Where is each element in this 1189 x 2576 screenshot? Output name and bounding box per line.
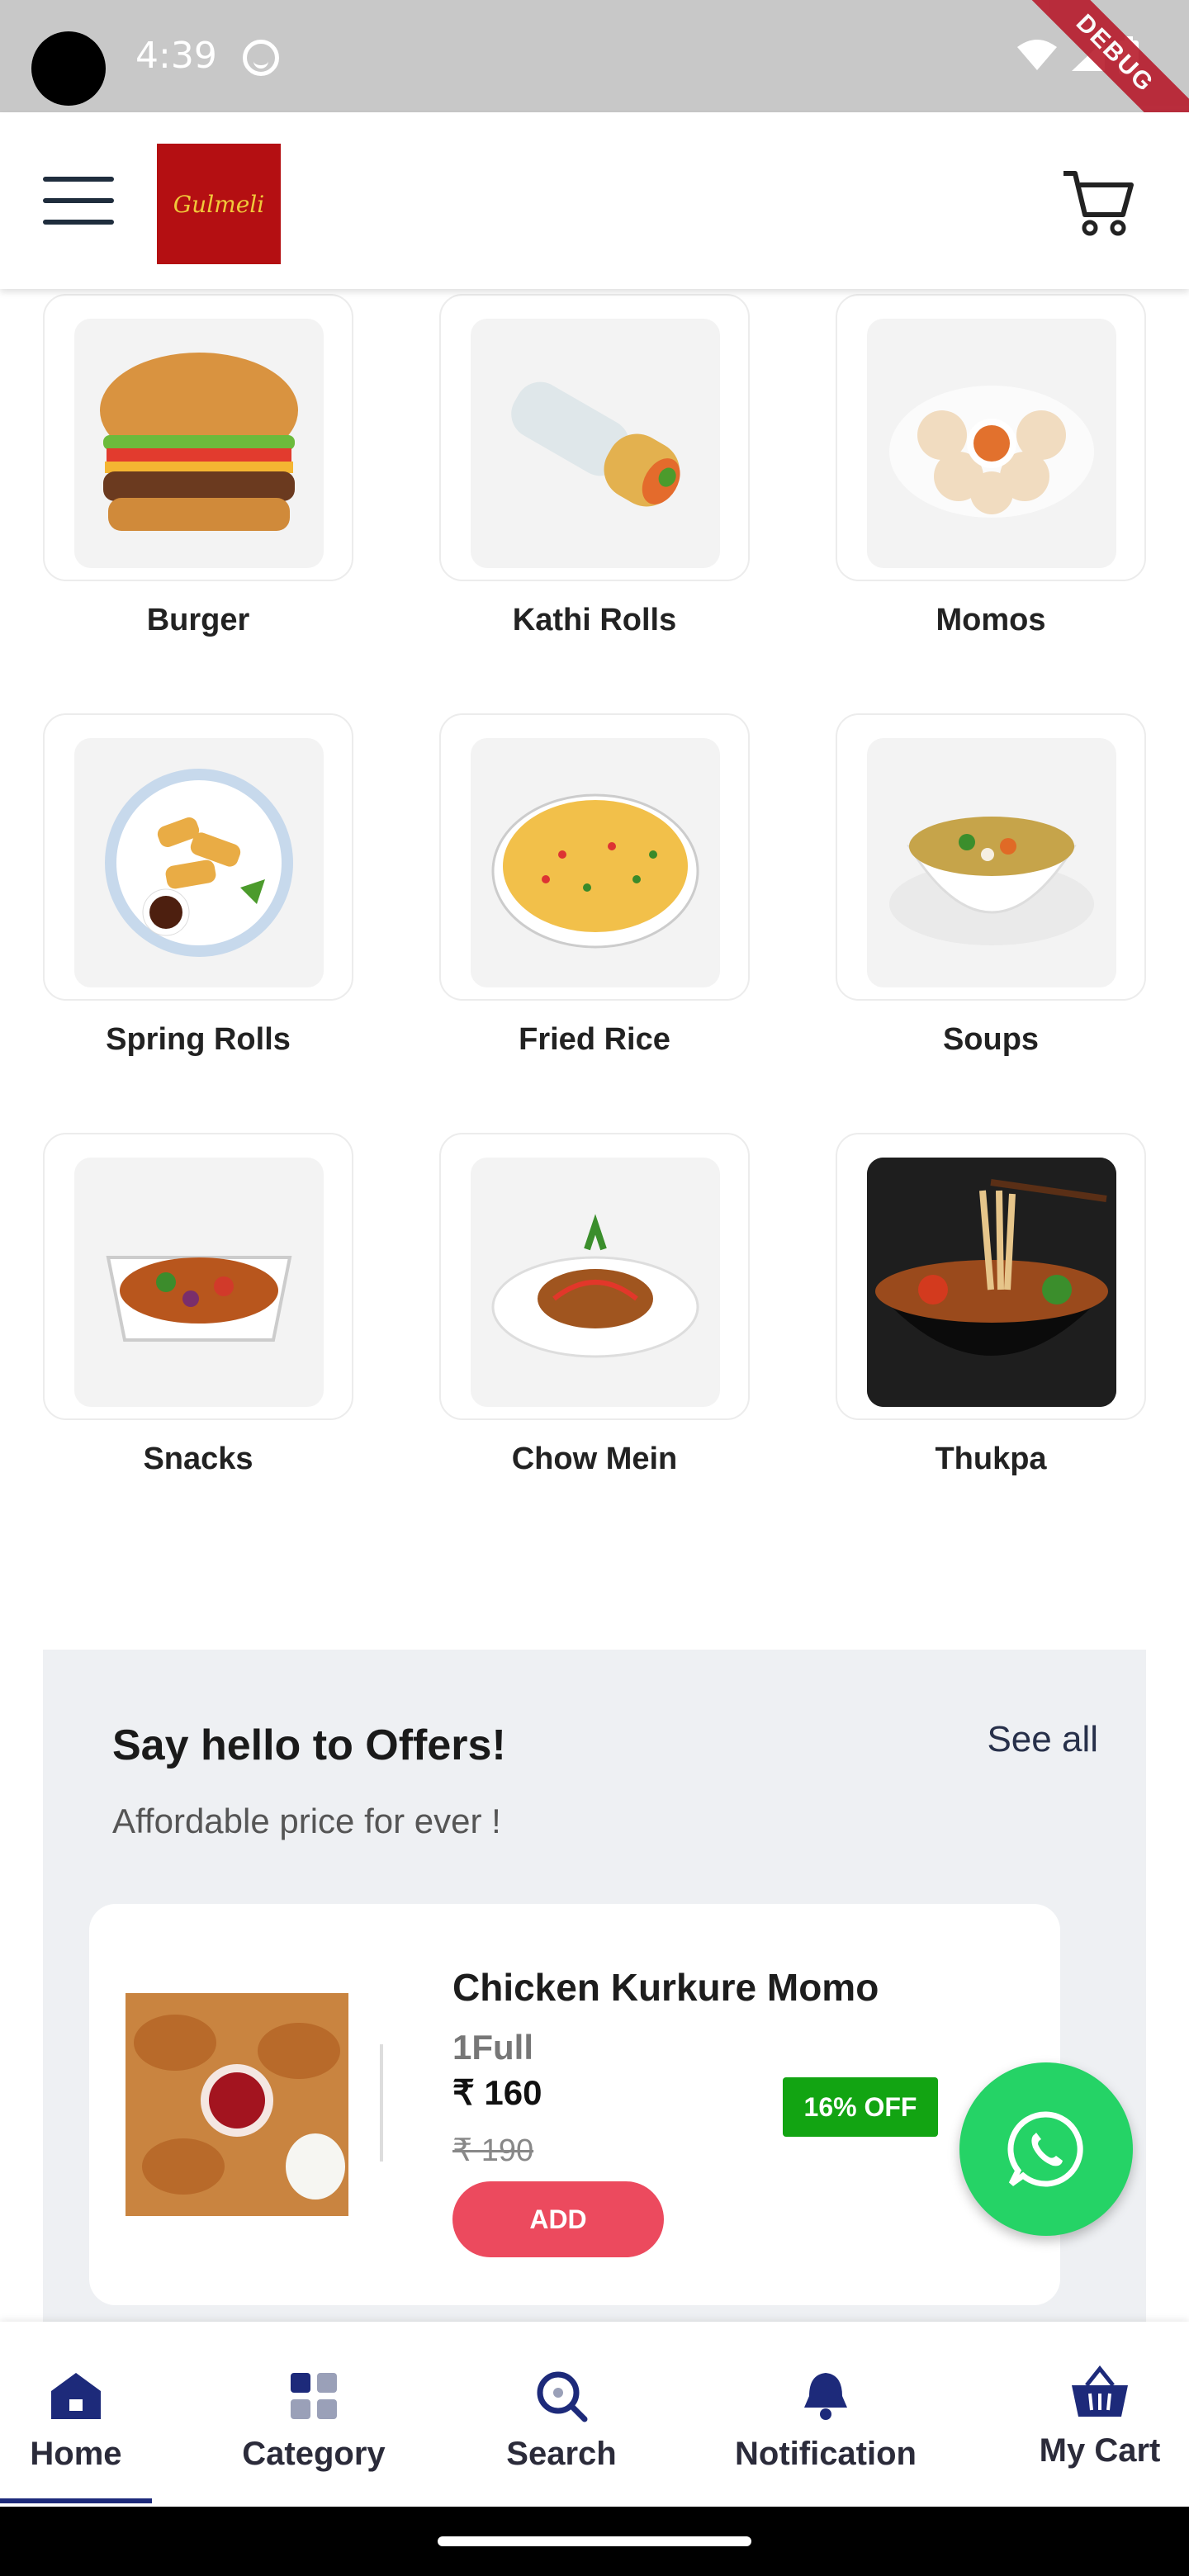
category-label: Spring Rolls <box>106 1022 291 1057</box>
kathi-roll-image <box>471 319 720 568</box>
nav-label: Home <box>30 2436 122 2472</box>
category-label: Soups <box>942 1022 1040 1057</box>
category-momos[interactable]: Momos <box>836 294 1146 638</box>
bottom-navigation: Home Category Search Notification My Car… <box>0 2322 1189 2507</box>
category-snacks[interactable]: Snacks <box>43 1133 353 1477</box>
product-image <box>126 1993 348 2216</box>
momos-image <box>867 319 1116 568</box>
basket-icon <box>1070 2363 1130 2422</box>
category-label: Burger <box>146 603 250 637</box>
camera-cutout <box>31 31 106 106</box>
offer-product-card[interactable]: Chicken Kurkure Momo 1Full ₹ 160 ₹ 190 1… <box>89 1904 1060 2305</box>
whatsapp-button[interactable] <box>959 2062 1133 2236</box>
see-all-link[interactable]: See all <box>987 1719 1098 1760</box>
brand-logo[interactable]: Gulmeli <box>157 144 281 264</box>
status-bar: 4:39 DEBUG <box>0 0 1189 162</box>
offers-section: Say hello to Offers! Affordable price fo… <box>43 1650 1146 2343</box>
category-label: Snacks <box>143 1442 253 1476</box>
category-soups[interactable]: Soups <box>836 713 1146 1058</box>
category-card[interactable] <box>836 713 1146 1001</box>
burger-image <box>74 319 324 568</box>
category-label: Momos <box>936 603 1046 637</box>
category-icon <box>284 2366 343 2426</box>
snacks-image <box>74 1158 324 1407</box>
active-indicator <box>0 2498 152 2503</box>
system-navigation-bar <box>0 2507 1189 2576</box>
wifi-icon <box>1017 40 1057 70</box>
category-card[interactable] <box>836 294 1146 581</box>
category-card[interactable] <box>43 713 353 1001</box>
nav-category[interactable]: Category <box>231 2322 396 2507</box>
category-card[interactable] <box>43 1133 353 1420</box>
category-label: Thukpa <box>935 1442 1047 1476</box>
product-variant: 1Full <box>452 2028 534 2067</box>
nav-home[interactable]: Home <box>0 2322 152 2507</box>
product-name: Chicken Kurkure Momo <box>452 1966 879 2009</box>
thukpa-image <box>867 1158 1116 1407</box>
cart-icon[interactable] <box>1060 165 1135 239</box>
nav-notification[interactable]: Notification <box>727 2322 925 2507</box>
soup-image <box>867 738 1116 987</box>
nav-my-cart[interactable]: My Cart <box>1017 2322 1182 2507</box>
nav-search[interactable]: Search <box>479 2322 644 2507</box>
category-kathi-rolls[interactable]: Kathi Rolls <box>439 294 750 638</box>
home-gesture-bar[interactable] <box>438 2536 751 2546</box>
category-fried-rice[interactable]: Fried Rice <box>439 713 750 1058</box>
add-to-cart-button[interactable]: ADD <box>452 2181 664 2257</box>
nav-label: Search <box>506 2436 617 2472</box>
spring-rolls-image <box>74 738 324 987</box>
fried-rice-image <box>471 738 720 987</box>
discount-badge: 16% OFF <box>783 2077 938 2137</box>
category-thukpa[interactable]: Thukpa <box>836 1133 1146 1477</box>
app-bar: Gulmeli <box>0 112 1189 289</box>
hamburger-menu-icon[interactable] <box>43 177 114 226</box>
product-price: ₹ 160 <box>452 2073 542 2112</box>
bell-icon <box>796 2366 855 2426</box>
nav-label: Notification <box>735 2436 917 2472</box>
category-card[interactable] <box>439 1133 750 1420</box>
home-icon <box>46 2366 106 2426</box>
offers-subtitle: Affordable price for ever ! <box>112 1802 501 1840</box>
notification-face-icon <box>243 40 279 76</box>
product-mrp: ₹ 190 <box>452 2133 534 2168</box>
whatsapp-icon <box>1007 2111 1083 2187</box>
category-label: Kathi Rolls <box>512 603 677 637</box>
category-spring-rolls[interactable]: Spring Rolls <box>43 713 353 1058</box>
search-icon <box>532 2366 591 2426</box>
category-burger[interactable]: Burger <box>43 294 353 638</box>
category-card[interactable] <box>836 1133 1146 1420</box>
category-label: Chow Mein <box>511 1442 678 1476</box>
category-card[interactable] <box>439 294 750 581</box>
nav-label: My Cart <box>1039 2432 1161 2469</box>
vertical-divider <box>380 2044 383 2162</box>
category-card[interactable] <box>43 294 353 581</box>
chow-mein-image <box>471 1158 720 1407</box>
category-card[interactable] <box>439 713 750 1001</box>
nav-label: Category <box>242 2436 386 2472</box>
category-label: Fried Rice <box>519 1022 670 1057</box>
status-time: 4:39 <box>135 35 217 77</box>
offers-title: Say hello to Offers! <box>112 1721 506 1769</box>
category-chow-mein[interactable]: Chow Mein <box>439 1133 750 1477</box>
